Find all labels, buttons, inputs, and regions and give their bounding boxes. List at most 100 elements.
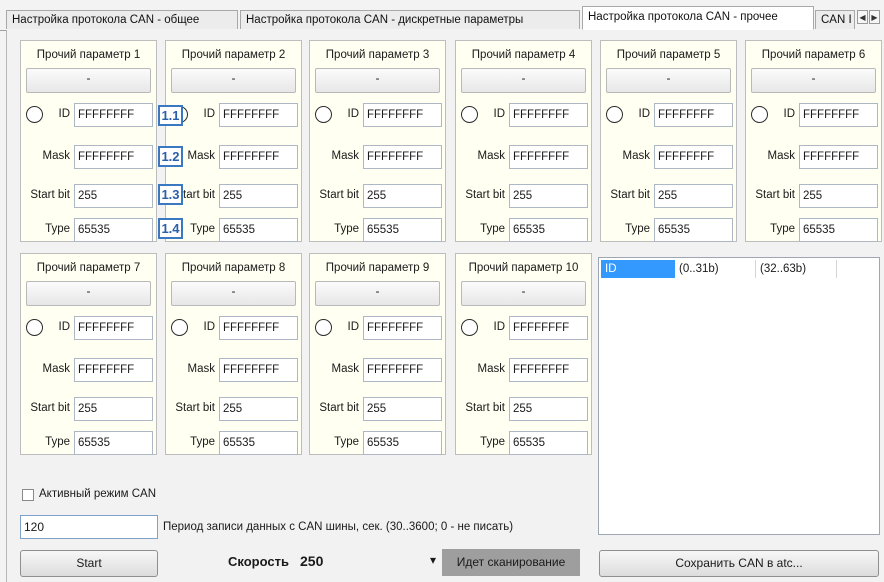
tab-can-discrete[interactable]: Настройка протокола CAN - дискретные пар… bbox=[240, 10, 580, 29]
mask-field[interactable]: FFFFFFFF bbox=[219, 358, 298, 382]
parameter-value-button[interactable]: - bbox=[461, 281, 586, 306]
period-input[interactable]: 120 bbox=[20, 515, 158, 539]
parameter-value-button[interactable]: - bbox=[751, 68, 876, 93]
id-label: ID bbox=[347, 108, 360, 120]
start-bit-field[interactable]: 255 bbox=[363, 184, 442, 208]
parameter-title: Прочий параметр 8 bbox=[181, 262, 286, 274]
type-field[interactable]: 65535 bbox=[363, 218, 442, 242]
id-radio[interactable] bbox=[315, 319, 332, 336]
tab-scroll-right-icon[interactable]: ▶ bbox=[869, 10, 880, 24]
parameter-title: Прочий параметр 9 bbox=[325, 262, 430, 274]
id-label: ID bbox=[783, 108, 796, 120]
id-field[interactable]: FFFFFFFF bbox=[74, 103, 153, 127]
mask-label: Mask bbox=[187, 363, 215, 375]
mask-label: Mask bbox=[622, 150, 650, 162]
id-field[interactable]: FFFFFFFF bbox=[219, 103, 298, 127]
type-field[interactable]: 65535 bbox=[363, 431, 442, 455]
id-radio[interactable] bbox=[26, 319, 43, 336]
mask-field[interactable]: FFFFFFFF bbox=[74, 145, 153, 169]
id-label: ID bbox=[638, 108, 651, 120]
start-bit-field[interactable]: 255 bbox=[363, 397, 442, 421]
start-bit-label: Start bit bbox=[610, 189, 650, 201]
type-field[interactable]: 65535 bbox=[74, 218, 153, 242]
id-radio[interactable] bbox=[171, 319, 188, 336]
parameter-title: Прочий параметр 7 bbox=[36, 262, 141, 274]
id-label: ID bbox=[203, 321, 216, 333]
id-field[interactable]: FFFFFFFF bbox=[74, 316, 153, 340]
parameter-panel: Прочий параметр 8- ID FFFFFFFF Mask FFFFFFFF… bbox=[165, 253, 302, 455]
mask-field[interactable]: FFFFFFFF bbox=[363, 358, 442, 382]
parameter-value-button[interactable]: - bbox=[315, 281, 440, 306]
start-bit-field[interactable]: 255 bbox=[509, 184, 588, 208]
save-can-button[interactable]: Сохранить CAN в atc... bbox=[599, 550, 879, 577]
parameter-value-button[interactable]: - bbox=[461, 68, 586, 93]
tab-scroll-left-icon[interactable]: ◀ bbox=[857, 10, 868, 24]
mask-field[interactable]: FFFFFFFF bbox=[509, 358, 588, 382]
parameter-value-button[interactable]: - bbox=[171, 68, 296, 93]
type-label: Type bbox=[45, 223, 70, 235]
id-radio[interactable] bbox=[751, 106, 768, 123]
id-field[interactable]: FFFFFFFF bbox=[654, 103, 733, 127]
parameter-value-button[interactable]: - bbox=[26, 68, 151, 93]
id-field[interactable]: FFFFFFFF bbox=[219, 316, 298, 340]
tab-can-general[interactable]: Настройка протокола CAN - общее bbox=[6, 10, 238, 29]
parameter-title: Прочий параметр 1 bbox=[36, 49, 141, 61]
mask-field[interactable]: FFFFFFFF bbox=[74, 358, 153, 382]
active-mode-checkbox[interactable] bbox=[22, 489, 34, 501]
start-bit-label: Start bit bbox=[319, 402, 359, 414]
list-column-low-bits[interactable]: (0..31b) bbox=[675, 260, 756, 278]
type-field[interactable]: 65535 bbox=[654, 218, 733, 242]
mask-label: Mask bbox=[331, 150, 359, 162]
tab-can-i[interactable]: CAN I bbox=[815, 10, 855, 29]
parameter-value-button[interactable]: - bbox=[26, 281, 151, 306]
list-column-high-bits[interactable]: (32..63b) bbox=[756, 260, 837, 278]
id-field[interactable]: FFFFFFFF bbox=[799, 103, 878, 127]
start-bit-field[interactable]: 255 bbox=[509, 397, 588, 421]
id-radio[interactable] bbox=[461, 106, 478, 123]
mask-label: Mask bbox=[767, 150, 795, 162]
tab-strip: Настройка протокола CAN - общее Настройк… bbox=[0, 0, 884, 31]
id-field[interactable]: FFFFFFFF bbox=[509, 316, 588, 340]
list-column-id[interactable]: ID bbox=[601, 260, 675, 278]
mask-label: Mask bbox=[42, 150, 70, 162]
mask-field[interactable]: FFFFFFFF bbox=[219, 145, 298, 169]
type-field[interactable]: 65535 bbox=[509, 431, 588, 455]
id-radio[interactable] bbox=[26, 106, 43, 123]
type-label: Type bbox=[480, 436, 505, 448]
id-field[interactable]: FFFFFFFF bbox=[363, 316, 442, 340]
id-label: ID bbox=[493, 321, 506, 333]
mask-field[interactable]: FFFFFFFF bbox=[363, 145, 442, 169]
speed-select[interactable]: 250 ▾ bbox=[294, 549, 440, 576]
id-radio[interactable] bbox=[606, 106, 623, 123]
type-field[interactable]: 65535 bbox=[509, 218, 588, 242]
parameter-value-button[interactable]: - bbox=[171, 281, 296, 306]
start-button[interactable]: Start bbox=[20, 550, 158, 577]
mask-field[interactable]: FFFFFFFF bbox=[509, 145, 588, 169]
active-mode-label: Активный режим CAN bbox=[39, 488, 157, 500]
start-bit-field[interactable]: 255 bbox=[74, 184, 153, 208]
type-field[interactable]: 65535 bbox=[74, 431, 153, 455]
id-radio[interactable] bbox=[315, 106, 332, 123]
mask-field[interactable]: FFFFFFFF bbox=[654, 145, 733, 169]
type-field[interactable]: 65535 bbox=[799, 218, 878, 242]
tab-can-other[interactable]: Настройка протокола CAN - прочее bbox=[582, 6, 814, 30]
mask-field[interactable]: FFFFFFFF bbox=[799, 145, 878, 169]
id-label: ID bbox=[347, 321, 360, 333]
start-bit-field[interactable]: 255 bbox=[654, 184, 733, 208]
start-bit-field[interactable]: 255 bbox=[219, 184, 298, 208]
parameter-value-button[interactable]: - bbox=[606, 68, 731, 93]
parameter-value-button[interactable]: - bbox=[315, 68, 440, 93]
type-label: Type bbox=[625, 223, 650, 235]
start-bit-field[interactable]: 255 bbox=[799, 184, 878, 208]
type-field[interactable]: 65535 bbox=[219, 431, 298, 455]
start-bit-field[interactable]: 255 bbox=[74, 397, 153, 421]
start-bit-field[interactable]: 255 bbox=[219, 397, 298, 421]
type-field[interactable]: 65535 bbox=[219, 218, 298, 242]
id-radio[interactable] bbox=[461, 319, 478, 336]
parameter-title: Прочий параметр 10 bbox=[468, 262, 579, 274]
id-field[interactable]: FFFFFFFF bbox=[509, 103, 588, 127]
mask-label: Mask bbox=[42, 363, 70, 375]
chevron-down-icon[interactable]: ▾ bbox=[430, 553, 436, 567]
id-field[interactable]: FFFFFFFF bbox=[363, 103, 442, 127]
can-id-list[interactable]: ID (0..31b) (32..63b) bbox=[598, 257, 880, 535]
